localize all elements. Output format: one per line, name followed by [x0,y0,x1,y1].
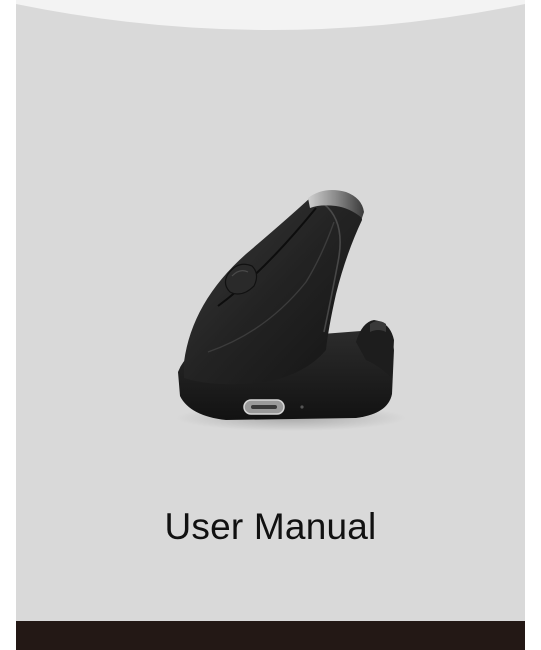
vertical-mouse-image [176,190,406,431]
footer-band [16,621,525,650]
cover-panel: User Manual [16,0,525,650]
top-arc-decoration [16,0,525,30]
manual-title: User Manual [164,506,377,547]
manual-page: User Manual [0,0,541,650]
